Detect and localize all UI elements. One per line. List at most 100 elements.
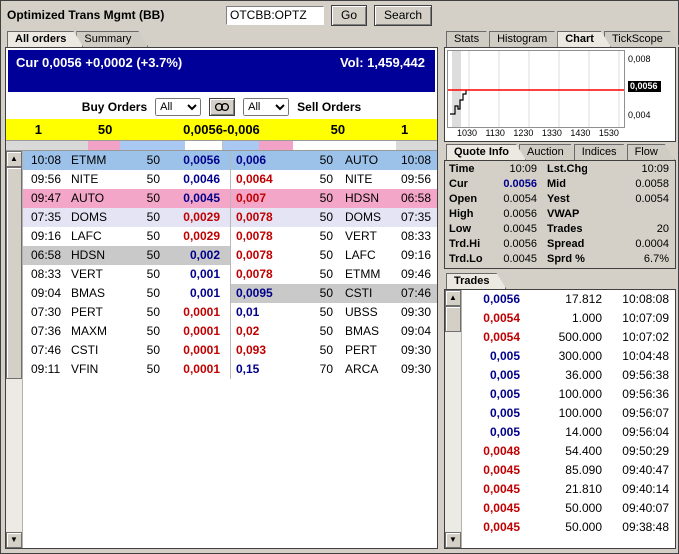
ask-side: 0,006450NITE09:56 [230,170,437,189]
quote-label: Sprd % [537,252,587,267]
trades-scrollbar[interactable]: ▲ ▼ [445,290,462,548]
trade-row: 0,0054500.00010:07:02 [462,328,675,347]
buy-orders-filter[interactable]: All [155,98,201,116]
trade-row: 0,004550.00009:38:48 [462,518,675,537]
bid-time: 07:35 [23,208,67,227]
trades-scroll-track[interactable] [445,306,461,532]
tab-indices[interactable]: Indices [574,144,634,160]
ask-mm-id: UBSS [333,303,387,322]
tab-tickscope[interactable]: TickScope [604,31,679,47]
ask-side: 0,009550CSTI07:46 [230,284,437,303]
ask-price: 0,007 [231,189,295,208]
bid-price: 0,0045 [166,189,230,208]
ask-mm-id: BMAS [333,322,387,341]
scroll-up-icon[interactable]: ▲ [445,290,461,306]
sell-orders-filter[interactable]: All [243,98,289,116]
book-row[interactable]: 09:56NITE500,00460,006450NITE09:56 [23,170,437,189]
quote-row: Time10:09Lst.Chg10:09 [447,162,673,177]
tab-histogram[interactable]: Histogram [489,31,564,47]
trade-size: 14.000 [520,423,602,442]
ask-price: 0,02 [231,322,295,341]
ask-mm-id: VERT [333,227,387,246]
trades-rows: 0,005617.81210:08:080,00541.00010:07:090… [462,290,675,548]
trade-row: 0,004550.00009:40:07 [462,499,675,518]
scroll-down-icon[interactable]: ▼ [6,532,22,548]
depth-strip-left [6,141,222,150]
go-button[interactable]: Go [331,5,367,26]
quote-value: 10:09 [587,162,673,177]
book-scroll-thumb[interactable] [6,167,22,379]
ask-mm-id: LAFC [333,246,387,265]
trade-row: 0,00541.00010:07:09 [462,309,675,328]
bid-time: 09:11 [23,360,67,379]
tab-auction[interactable]: Auction [519,144,581,160]
book-row[interactable]: 06:58HDSN500,0020,007850LAFC09:16 [23,246,437,265]
trade-size: 500.000 [520,328,602,347]
tab-summary[interactable]: Summary [76,31,148,47]
symbol-input[interactable] [226,6,324,25]
bid-side: 09:04BMAS500,001 [23,284,230,303]
bid-price: 0,0029 [166,227,230,246]
bid-side: 06:58HDSN500,002 [23,246,230,265]
book-row[interactable]: 08:33VERT500,0010,007850ETMM09:46 [23,265,437,284]
book-row[interactable]: 07:36MAXM500,00010,0250BMAS09:04 [23,322,437,341]
quote-label: VWAP [537,207,587,222]
quote-label: High [447,207,483,222]
bid-mm-id: NITE [67,170,119,189]
tab-trades[interactable]: Trades [446,273,506,289]
ask-mm-id: PERT [333,341,387,360]
tab-all-orders[interactable]: All orders [7,31,83,47]
trade-row: 0,005617.81210:08:08 [462,290,675,309]
bid-size-total: 50 [71,122,140,137]
ask-size: 50 [295,265,333,284]
scroll-down-icon[interactable]: ▼ [445,532,461,548]
book-row[interactable]: 10:08ETMM500,00560,00650AUTO10:08 [23,151,437,170]
search-button[interactable]: Search [374,5,432,26]
book-row[interactable]: 07:35DOMS500,00290,007850DOMS07:35 [23,208,437,227]
chart-y-label: 0,004 [628,110,651,120]
book-row[interactable]: 09:16LAFC500,00290,007850VERT08:33 [23,227,437,246]
ask-time: 09:30 [387,303,437,322]
bid-price: 0,0029 [166,208,230,227]
ask-size: 50 [295,189,333,208]
depth-segment [88,141,120,150]
trade-time: 10:07:02 [602,328,675,347]
book-row[interactable]: 09:47AUTO500,00450,00750HDSN06:58 [23,189,437,208]
chart-x-label: 1030 [457,128,477,140]
trade-row: 0,004854.40009:50:29 [462,442,675,461]
ask-time: 07:35 [387,208,437,227]
quote-label: Lst.Chg [537,162,587,177]
link-filters-button[interactable] [209,98,235,116]
trade-row: 0,00536.00009:56:38 [462,366,675,385]
quote-value: 6.7% [587,252,673,267]
book-row[interactable]: 07:46CSTI500,00010,09350PERT09:30 [23,341,437,360]
bid-size: 50 [119,322,166,341]
book-scroll-track[interactable] [6,167,22,532]
bid-side: 09:56NITE500,0046 [23,170,230,189]
trade-price: 0,0045 [462,480,520,499]
chart-y-label: 0,008 [628,54,651,64]
bid-side: 10:08ETMM500,0056 [23,151,230,170]
quote-row: High0.0056VWAP [447,207,673,222]
book-row[interactable]: 09:04BMAS500,0010,009550CSTI07:46 [23,284,437,303]
bid-time: 10:08 [23,151,67,170]
trade-row: 0,005100.00009:56:07 [462,404,675,423]
tab-quote-info[interactable]: Quote Info [446,144,526,160]
ask-side: 0,0150UBSS09:30 [230,303,437,322]
app-window: { "colors": { "header_bg": "#000099", "i… [0,0,679,554]
book-row[interactable]: 07:30PERT500,00010,0150UBSS09:30 [23,303,437,322]
tab-stats[interactable]: Stats [446,31,496,47]
ask-size: 50 [295,227,333,246]
trade-time: 09:56:04 [602,423,675,442]
ask-price: 0,0078 [231,265,295,284]
book-scrollbar[interactable]: ▲ ▼ [6,151,23,548]
scroll-up-icon[interactable]: ▲ [6,151,22,167]
tab-flow[interactable]: Flow [627,144,675,160]
trades-scroll-thumb[interactable] [445,306,461,332]
book-row[interactable]: 09:11VFIN500,00010,1570ARCA09:30 [23,360,437,379]
depth-segment [120,141,185,150]
trade-row: 0,004521.81009:40:14 [462,480,675,499]
ask-price: 0,01 [231,303,295,322]
tab-chart[interactable]: Chart [557,31,611,47]
chart-x-axis: 1030 1130 1230 1330 1430 1530 [447,128,625,141]
